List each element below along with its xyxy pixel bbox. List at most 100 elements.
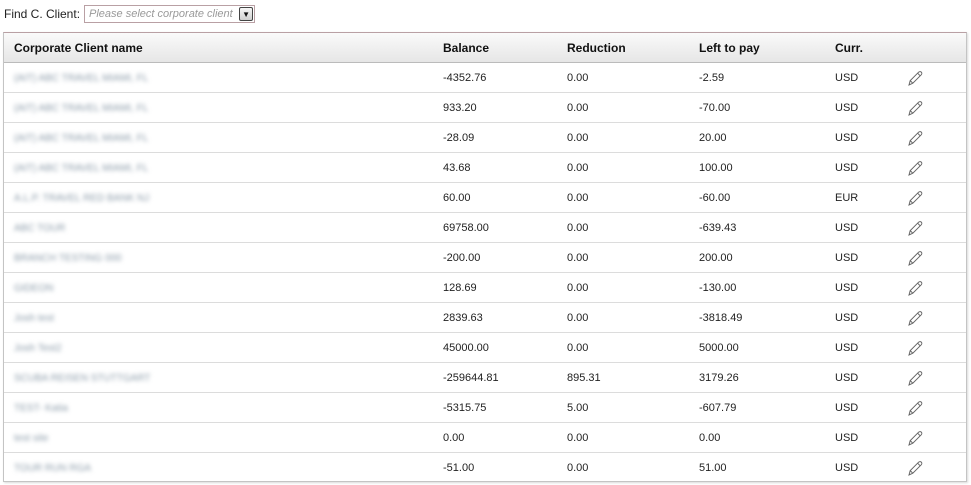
table-row: Josh test 2839.63 0.00 -3818.49 USD	[4, 302, 966, 333]
table-row: A.L.P. TRAVEL RED BANK NJ 60.00 0.00 -60…	[4, 182, 966, 213]
pencil-icon[interactable]	[905, 428, 925, 448]
pencil-icon[interactable]	[905, 308, 925, 328]
currency-cell: USD	[835, 332, 905, 363]
currency-cell: EUR	[835, 182, 905, 213]
reduction-cell: 0.00	[567, 122, 699, 153]
balance-cell: 128.69	[443, 272, 567, 303]
client-name: (AIT) ABC TRAVEL MIAMI, FL	[14, 132, 149, 144]
pencil-icon[interactable]	[905, 458, 925, 478]
client-name: (AIT) ABC TRAVEL MIAMI, FL	[14, 102, 149, 114]
client-name: GIDEON	[14, 282, 54, 294]
reduction-cell: 0.00	[567, 332, 699, 363]
corporate-client-placeholder: Please select corporate client	[89, 8, 233, 20]
balance-cell: -4352.76	[443, 62, 567, 93]
balance-cell: 69758.00	[443, 212, 567, 243]
balance-cell: 60.00	[443, 182, 567, 213]
currency-cell: USD	[835, 242, 905, 273]
client-name: SCUBA REISEN STUTTGART	[14, 372, 151, 384]
balance-cell: -5315.75	[443, 392, 567, 423]
client-name: (AIT) ABC TRAVEL MIAMI, FL	[14, 72, 149, 84]
balance-cell: -200.00	[443, 242, 567, 273]
reduction-cell: 0.00	[567, 62, 699, 93]
table-row: BRANCH TESTING 000 -200.00 0.00 200.00 U…	[4, 242, 966, 273]
pencil-icon[interactable]	[905, 158, 925, 178]
currency-cell: USD	[835, 212, 905, 243]
table-row: ABC TOUR 69758.00 0.00 -639.43 USD	[4, 212, 966, 243]
balance-cell: 0.00	[443, 422, 567, 453]
left-to-pay-cell: 200.00	[699, 242, 835, 273]
pencil-icon[interactable]	[905, 248, 925, 268]
pencil-icon[interactable]	[905, 368, 925, 388]
header-left-to-pay: Left to pay	[699, 33, 835, 63]
balance-cell: 933.20	[443, 92, 567, 123]
left-to-pay-cell: -70.00	[699, 92, 835, 123]
table-row: SCUBA REISEN STUTTGART -259644.81 895.31…	[4, 362, 966, 393]
left-to-pay-cell: 0.00	[699, 422, 835, 453]
header-client-name: Corporate Client name	[4, 33, 443, 63]
currency-cell: USD	[835, 152, 905, 183]
table-row: TEST- Katia -5315.75 5.00 -607.79 USD	[4, 392, 966, 423]
client-name: Josh test	[14, 312, 55, 324]
corporate-client-select[interactable]: Please select corporate client ▼	[84, 5, 256, 23]
currency-cell: USD	[835, 92, 905, 123]
left-to-pay-cell: -607.79	[699, 392, 835, 423]
currency-cell: USD	[835, 272, 905, 303]
currency-cell: USD	[835, 362, 905, 393]
find-client-bar: Find C. Client: Please select corporate …	[4, 4, 256, 24]
reduction-cell: 0.00	[567, 272, 699, 303]
header-currency: Curr.	[835, 33, 905, 63]
client-name: TOUR RUN RGA	[14, 462, 92, 474]
header-balance: Balance	[443, 33, 567, 63]
left-to-pay-cell: -2.59	[699, 62, 835, 93]
left-to-pay-cell: -130.00	[699, 272, 835, 303]
left-to-pay-cell: -639.43	[699, 212, 835, 243]
reduction-cell: 0.00	[567, 242, 699, 273]
corporate-clients-table: Corporate Client name Balance Reduction …	[4, 33, 966, 482]
currency-cell: USD	[835, 302, 905, 333]
left-to-pay-cell: -3818.49	[699, 302, 835, 333]
table-row: (AIT) ABC TRAVEL MIAMI, FL 43.68 0.00 10…	[4, 152, 966, 183]
pencil-icon[interactable]	[905, 398, 925, 418]
find-client-label: Find C. Client:	[4, 7, 81, 21]
currency-cell: USD	[835, 122, 905, 153]
left-to-pay-cell: 100.00	[699, 152, 835, 183]
balance-cell: 43.68	[443, 152, 567, 183]
reduction-cell: 0.00	[567, 182, 699, 213]
table-row: TOUR RUN RGA -51.00 0.00 51.00 USD	[4, 453, 966, 482]
reduction-cell: 895.31	[567, 362, 699, 393]
table-row: Josh Test2 45000.00 0.00 5000.00 USD	[4, 332, 966, 363]
pencil-icon[interactable]	[905, 128, 925, 148]
pencil-icon[interactable]	[905, 218, 925, 238]
triangle-down-icon[interactable]: ▼	[239, 7, 254, 21]
table-row: (AIT) ABC TRAVEL MIAMI, FL 933.20 0.00 -…	[4, 92, 966, 123]
reduction-cell: 0.00	[567, 302, 699, 333]
client-name: ABC TOUR	[14, 222, 66, 234]
left-to-pay-cell: 51.00	[699, 461, 727, 474]
left-to-pay-cell: 3179.26	[699, 362, 835, 393]
client-name: BRANCH TESTING 000	[14, 252, 122, 264]
currency-cell: USD	[835, 422, 905, 453]
pencil-icon[interactable]	[905, 278, 925, 298]
reduction-cell: 0.00	[567, 212, 699, 243]
client-name: TEST- Katia	[14, 402, 68, 414]
header-reduction: Reduction	[567, 33, 699, 63]
client-name: A.L.P. TRAVEL RED BANK NJ	[14, 192, 150, 204]
balance-cell: -259644.81	[443, 362, 567, 393]
pencil-icon[interactable]	[905, 68, 925, 88]
reduction-cell: 0.00	[567, 92, 699, 123]
client-name: (AIT) ABC TRAVEL MIAMI, FL	[14, 162, 149, 174]
pencil-icon[interactable]	[905, 338, 925, 358]
table-row: GIDEON 128.69 0.00 -130.00 USD	[4, 272, 966, 303]
balance-cell: -51.00	[443, 461, 475, 474]
left-to-pay-cell: 5000.00	[699, 332, 835, 363]
pencil-icon[interactable]	[905, 188, 925, 208]
balance-cell: 2839.63	[443, 302, 567, 333]
table-row: test site 0.00 0.00 0.00 USD	[4, 422, 966, 453]
left-to-pay-cell: -60.00	[699, 182, 835, 213]
left-to-pay-cell: 20.00	[699, 122, 835, 153]
pencil-icon[interactable]	[905, 98, 925, 118]
table-row: (AIT) ABC TRAVEL MIAMI, FL -28.09 0.00 2…	[4, 122, 966, 153]
currency-cell: USD	[835, 392, 905, 423]
currency-cell: USD	[835, 461, 859, 474]
reduction-cell: 0.00	[567, 152, 699, 183]
